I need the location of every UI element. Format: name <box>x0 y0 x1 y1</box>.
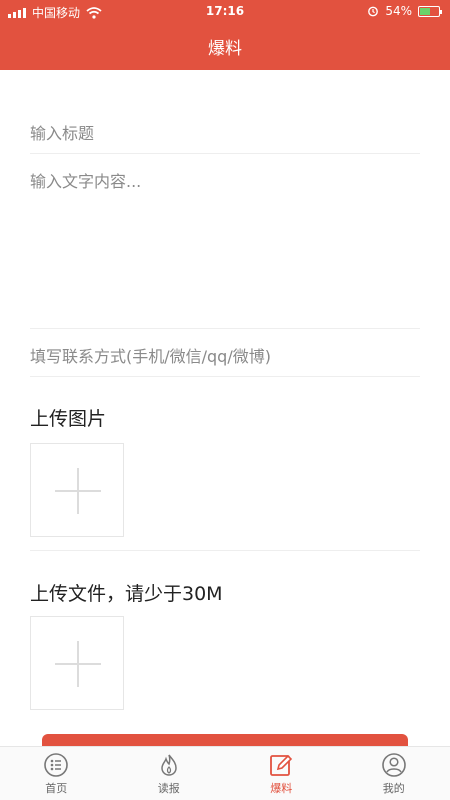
divider <box>30 376 420 377</box>
content-textarea[interactable]: 输入文字内容... <box>30 168 420 326</box>
flame-icon <box>160 754 177 776</box>
edit-icon <box>270 754 293 776</box>
tab-label: 读报 <box>157 781 180 795</box>
contact-input[interactable]: 填写联系方式(手机/微信/qq/微博) <box>30 343 420 367</box>
upload-file-title: 上传文件，请少于30M <box>30 583 223 605</box>
tab-report[interactable]: 爆料 <box>225 747 338 800</box>
battery-fill <box>420 7 430 15</box>
user-icon <box>381 752 406 777</box>
battery-percent: 54% <box>385 4 412 18</box>
tab-read[interactable]: 读报 <box>113 747 226 800</box>
title-input[interactable]: 输入标题 <box>30 120 420 144</box>
tab-label: 爆料 <box>270 781 293 795</box>
status-bar: 中国移动 17:16 54% <box>0 0 450 24</box>
divider <box>30 328 420 329</box>
divider <box>30 153 420 154</box>
divider <box>30 550 420 551</box>
upload-image-title: 上传图片 <box>30 408 107 430</box>
alarm-icon <box>368 6 379 17</box>
upload-image-button[interactable] <box>30 443 124 537</box>
tab-home[interactable]: 首页 <box>0 747 113 800</box>
home-icon <box>44 752 69 777</box>
battery-icon <box>418 5 442 17</box>
tab-label: 我的 <box>382 781 405 795</box>
tab-mine[interactable]: 我的 <box>338 747 450 800</box>
header: 中国移动 17:16 54% 爆料 <box>0 0 450 70</box>
tab-label: 首页 <box>45 781 68 795</box>
upload-file-button[interactable] <box>30 616 124 710</box>
tab-bar: 首页 读报 爆料 我的 <box>0 746 450 800</box>
page-title: 爆料 <box>208 39 242 59</box>
